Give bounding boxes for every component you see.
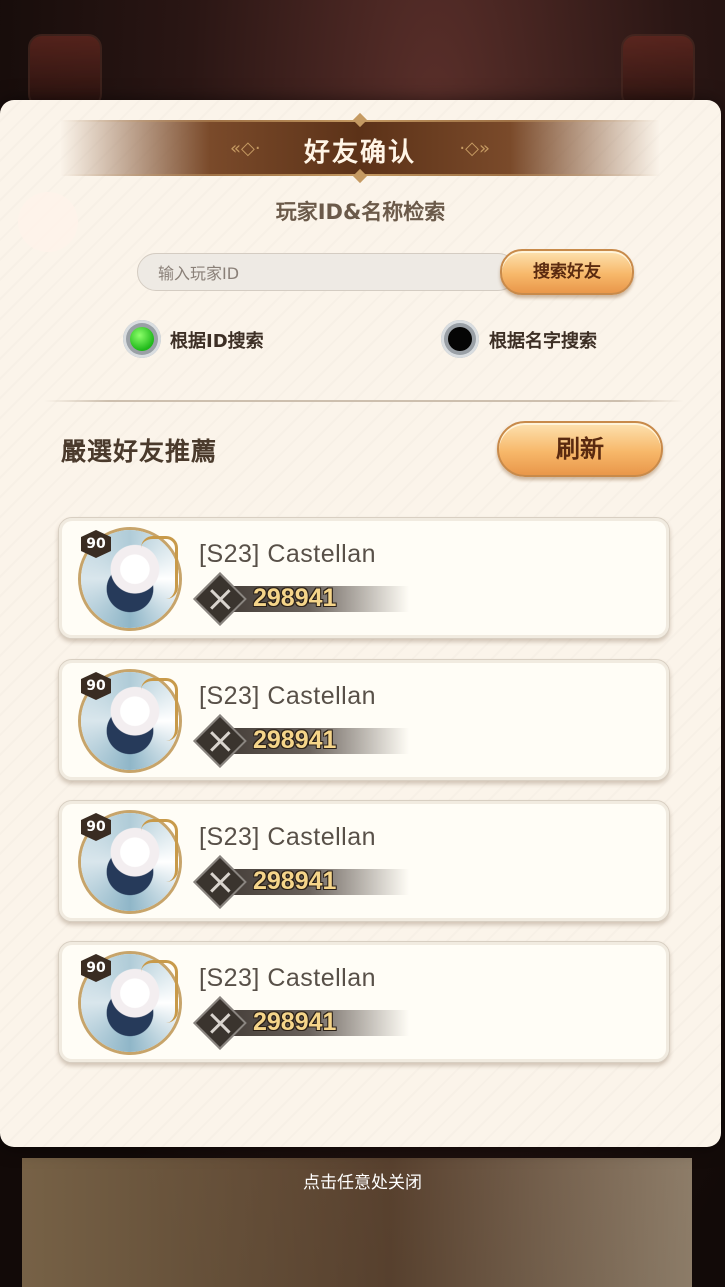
power-swords-icon bbox=[193, 996, 247, 1050]
friend-card[interactable]: 90 [S23] Castellan 298941 bbox=[58, 517, 670, 639]
heart-mail-icon bbox=[621, 34, 695, 108]
gift-box-icon bbox=[28, 34, 102, 108]
ornament-right-icon: ·◇» bbox=[459, 138, 490, 159]
friend-name: [S23] Castellan bbox=[199, 964, 377, 992]
friend-name: [S23] Castellan bbox=[199, 682, 377, 710]
divider bbox=[44, 400, 684, 402]
power-value: 298941 bbox=[253, 584, 337, 612]
search-friend-button[interactable]: 搜索好友 bbox=[500, 249, 634, 295]
friend-name: [S23] Castellan bbox=[199, 823, 377, 851]
refresh-button[interactable]: 刷新 bbox=[497, 421, 663, 477]
close-hint[interactable]: 点击任意处关闭 bbox=[0, 1168, 725, 1193]
power-swords-icon bbox=[193, 714, 247, 768]
recommend-title: 嚴選好友推薦 bbox=[61, 437, 218, 466]
friend-card[interactable]: 90 [S23] Castellan 298941 bbox=[58, 659, 670, 781]
friend-card[interactable]: 90 [S23] Castellan 298941 bbox=[58, 941, 670, 1063]
friend-name: [S23] Castellan bbox=[199, 540, 377, 568]
power-value: 298941 bbox=[253, 726, 337, 754]
power-swords-icon bbox=[193, 572, 247, 626]
friend-confirm-dialog: «◇· 好友确认 ·◇» 玩家ID&名称检索 搜索好友 根据ID搜索 根据名字搜… bbox=[0, 100, 721, 1147]
player-id-input[interactable] bbox=[156, 254, 500, 292]
power-swords-icon bbox=[193, 855, 247, 909]
search-by-name-label[interactable]: 根据名字搜索 bbox=[489, 327, 597, 353]
power-value: 298941 bbox=[253, 1008, 337, 1036]
search-heading: 玩家ID&名称检索 bbox=[275, 200, 446, 224]
search-by-id-radio[interactable] bbox=[123, 320, 161, 358]
title-bar: «◇· 好友确认 ·◇» bbox=[60, 112, 660, 184]
search-by-id-label[interactable]: 根据ID搜索 bbox=[170, 327, 264, 353]
power-value: 298941 bbox=[253, 867, 337, 895]
search-box[interactable] bbox=[137, 253, 517, 292]
dialog-title: 好友确认 bbox=[303, 138, 416, 168]
search-by-name-radio[interactable] bbox=[441, 320, 479, 358]
friend-card[interactable]: 90 [S23] Castellan 298941 bbox=[58, 800, 670, 922]
